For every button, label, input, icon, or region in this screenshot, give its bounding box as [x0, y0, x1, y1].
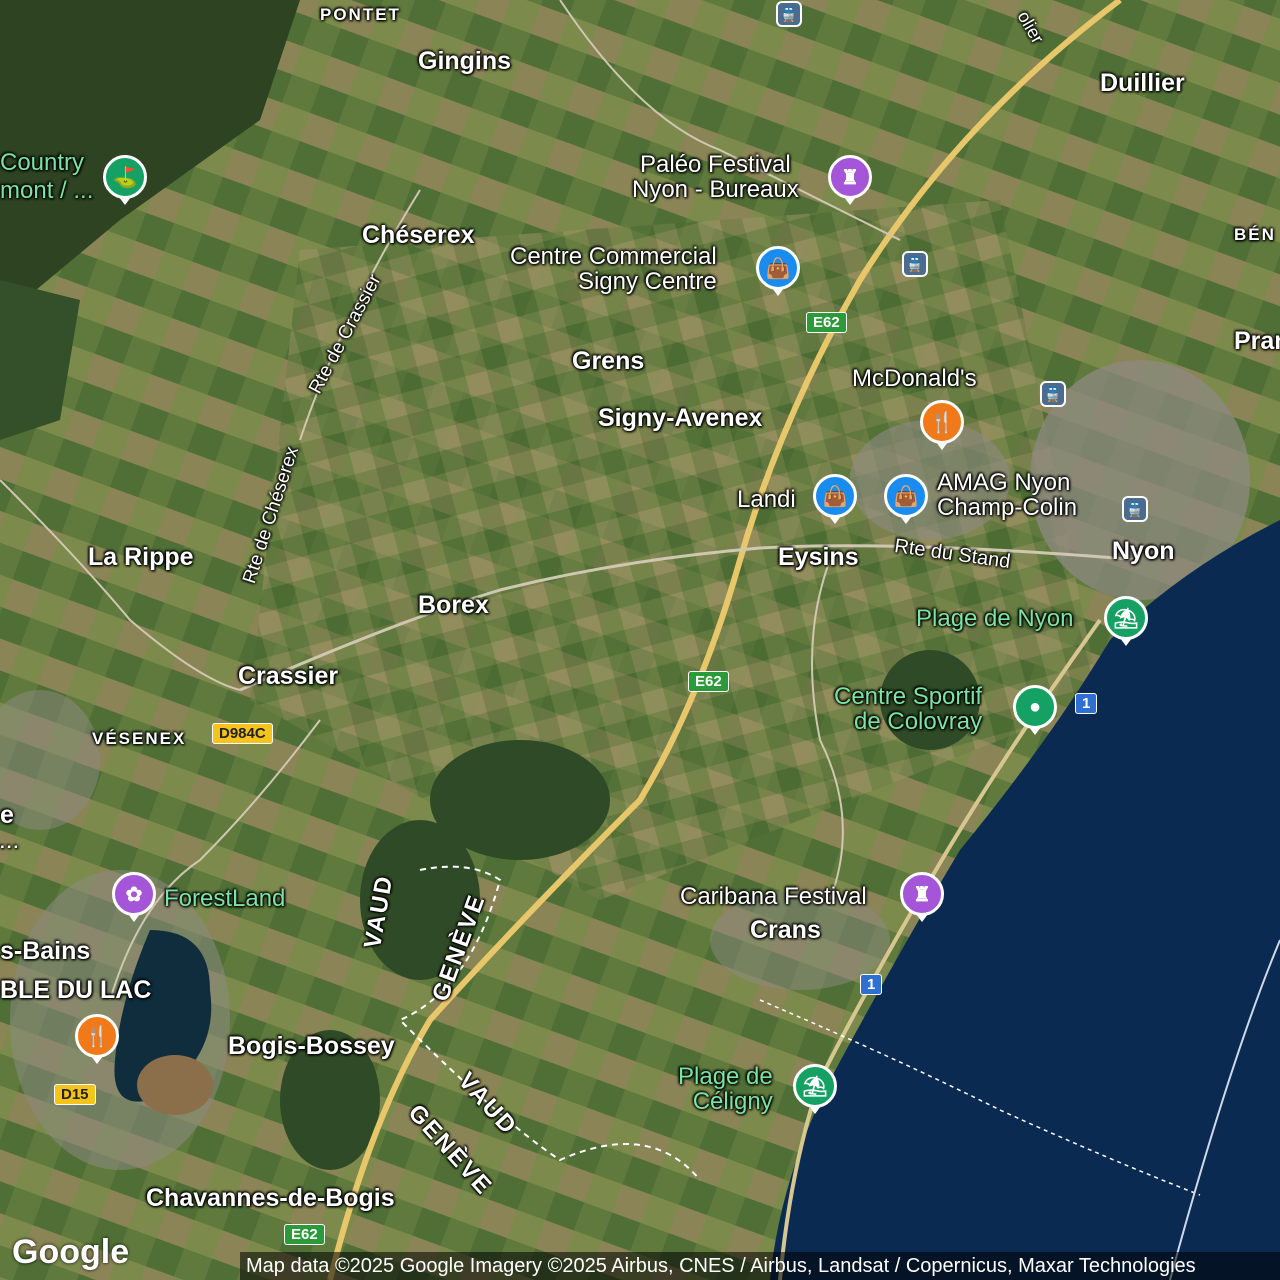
beach-umbrella-icon[interactable]: ⛱	[1104, 596, 1148, 646]
shopping-bag-icon[interactable]: 👜	[813, 474, 857, 524]
place-label-signy-avenex: Signy-Avenex	[598, 404, 763, 432]
map-attribution[interactable]: Map data ©2025 Google Imagery ©2025 Airb…	[240, 1252, 1280, 1280]
road-shield-d984c: D984C	[212, 723, 273, 744]
place-label-eysins: Eysins	[778, 543, 859, 571]
place-label-grens: Grens	[572, 347, 645, 375]
place-label-crassier: Crassier	[238, 662, 339, 690]
beach-umbrella-icon[interactable]: ⛱	[793, 1064, 837, 1114]
castle-icon[interactable]: ♜	[900, 872, 944, 922]
poi-label-mcdonalds[interactable]: McDonald's	[852, 366, 977, 391]
place-label-table-du-lac: BLE DU LAC	[0, 976, 152, 1004]
place-label-nyon: Nyon	[1112, 537, 1175, 565]
road-shield-e62: E62	[688, 671, 729, 692]
place-label-bains: s-Bains	[0, 937, 91, 965]
poi-label-plage-de-nyon[interactable]: Plage de Nyon	[916, 606, 1073, 631]
poi-label-amag[interactable]: AMAG Nyon Champ-Colin	[937, 470, 1077, 521]
shopping-bag-icon[interactable]: 👜	[756, 246, 800, 296]
place-label-chavannes-de-bogis: Chavannes-de-Bogis	[146, 1184, 395, 1212]
stadium-icon[interactable]: ●	[1013, 685, 1057, 735]
place-label-fragment-e: e	[0, 801, 14, 829]
place-label-country: Country	[0, 149, 85, 176]
amusement-park-icon[interactable]: ✿	[112, 872, 156, 922]
restaurant-icon[interactable]: 🍴	[920, 400, 964, 450]
castle-icon[interactable]: ♜	[828, 155, 872, 205]
poi-label-signy-centre[interactable]: Centre Commercial Signy Centre	[510, 244, 717, 295]
place-label-cheserex: Chéserex	[362, 221, 475, 249]
shopping-bag-icon[interactable]: 👜	[884, 474, 928, 524]
train-station-icon[interactable]: 🚆	[902, 251, 928, 277]
place-label-country-line2: mont / ...	[0, 177, 94, 204]
place-label-la-rippe: La Rippe	[88, 543, 194, 571]
poi-label-paleo-festival[interactable]: Paléo Festival Nyon - Bureaux	[632, 152, 799, 203]
place-label-prangins: Pran	[1234, 327, 1280, 355]
road-shield-route-1: 1	[1075, 693, 1098, 714]
restaurant-icon[interactable]: 🍴	[75, 1014, 119, 1064]
place-label-gingins: Gingins	[418, 47, 512, 75]
poi-label-plage-de-celigny[interactable]: Plage de Céligny	[678, 1064, 773, 1115]
place-label-bogis-bossey: Bogis-Bossey	[228, 1032, 395, 1060]
poi-label-caribana-festival[interactable]: Caribana Festival	[680, 884, 867, 909]
road-shield-d15: D15	[54, 1084, 96, 1105]
poi-label-forestland[interactable]: ForestLand	[164, 886, 285, 911]
place-label-borex: Borex	[418, 591, 489, 619]
place-label-duillier: Duillier	[1100, 69, 1185, 97]
google-logo: Google	[12, 1233, 130, 1271]
train-station-icon[interactable]: 🚆	[1040, 381, 1066, 407]
place-label-vesenex: VÉSENEX	[92, 729, 187, 748]
golf-icon[interactable]: ⛳	[103, 155, 147, 205]
place-label-fragment-dots: ...	[0, 833, 21, 852]
place-label-pontet: PONTET	[320, 5, 401, 24]
train-station-icon[interactable]: 🚆	[776, 1, 802, 27]
road-shield-e62: E62	[284, 1224, 325, 1245]
poi-label-landi[interactable]: Landi	[737, 487, 796, 512]
place-label-crans: Crans	[750, 916, 821, 944]
train-station-icon[interactable]: 🚆	[1122, 496, 1148, 522]
road-shield-route-1: 1	[860, 974, 883, 995]
road-shield-e62: E62	[806, 312, 847, 333]
poi-label-centre-sportif-colovray[interactable]: Centre Sportif de Colovray	[834, 684, 982, 735]
place-label-benex: BÉN	[1234, 225, 1276, 244]
